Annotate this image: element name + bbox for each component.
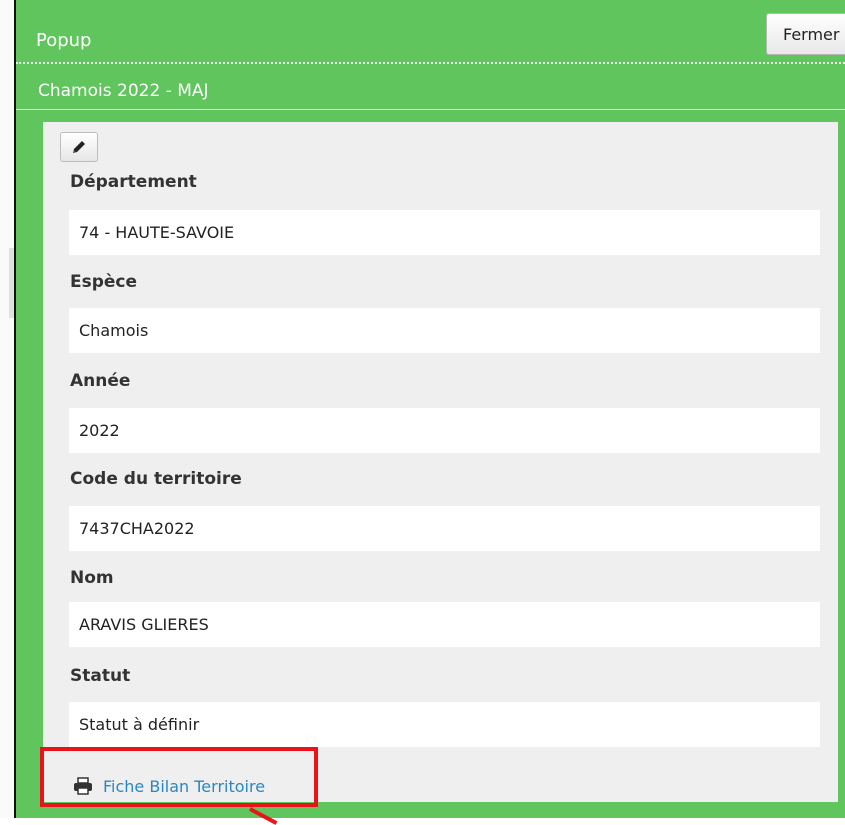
field-label-annee: Année (70, 371, 131, 391)
close-button[interactable]: Fermer (766, 13, 845, 55)
field-value-espece: Chamois (69, 308, 820, 353)
field-label-nom: Nom (70, 568, 114, 588)
field-value-annee: 2022 (69, 408, 820, 453)
popup-titlebar: Popup (16, 0, 845, 64)
popup-window: Popup Fermer Chamois 2022 - MAJ Départem… (14, 0, 845, 818)
field-value-nom: ARAVIS GLIERES (69, 602, 820, 647)
field-value-statut: Statut à définir (69, 702, 820, 747)
attribute-panel: Département 74 - HAUTE-SAVOIE Espèce Cha… (43, 122, 838, 802)
layer-header: Chamois 2022 - MAJ (16, 64, 845, 110)
field-label-statut: Statut (70, 666, 131, 686)
pencil-icon (73, 141, 85, 153)
field-label-espece: Espèce (70, 272, 138, 292)
left-edge-strip (0, 0, 14, 818)
field-value-departement: 74 - HAUTE-SAVOIE (69, 210, 820, 255)
layer-title: Chamois 2022 - MAJ (38, 81, 209, 101)
field-label-code-territoire: Code du territoire (70, 469, 242, 489)
fiche-bilan-territoire-label: Fiche Bilan Territoire (103, 776, 266, 796)
printer-icon (74, 777, 92, 795)
edit-button[interactable] (60, 132, 98, 162)
popup-title: Popup (36, 30, 92, 51)
fiche-bilan-territoire-link[interactable]: Fiche Bilan Territoire (73, 774, 265, 798)
field-label-departement: Département (70, 172, 197, 192)
field-value-code-territoire: 7437CHA2022 (69, 506, 820, 551)
